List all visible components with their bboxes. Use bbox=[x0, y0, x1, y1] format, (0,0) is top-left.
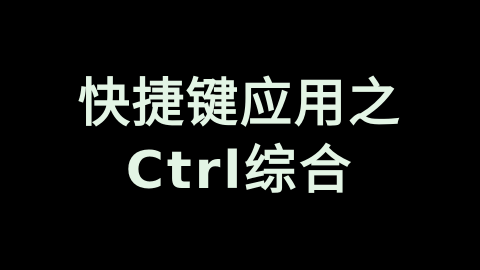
title-line-1: 快捷键应用之 bbox=[77, 74, 402, 134]
title-line-2: Ctrl综合 bbox=[125, 141, 355, 201]
title-card: 快捷键应用之 Ctrl综合 bbox=[0, 0, 480, 270]
